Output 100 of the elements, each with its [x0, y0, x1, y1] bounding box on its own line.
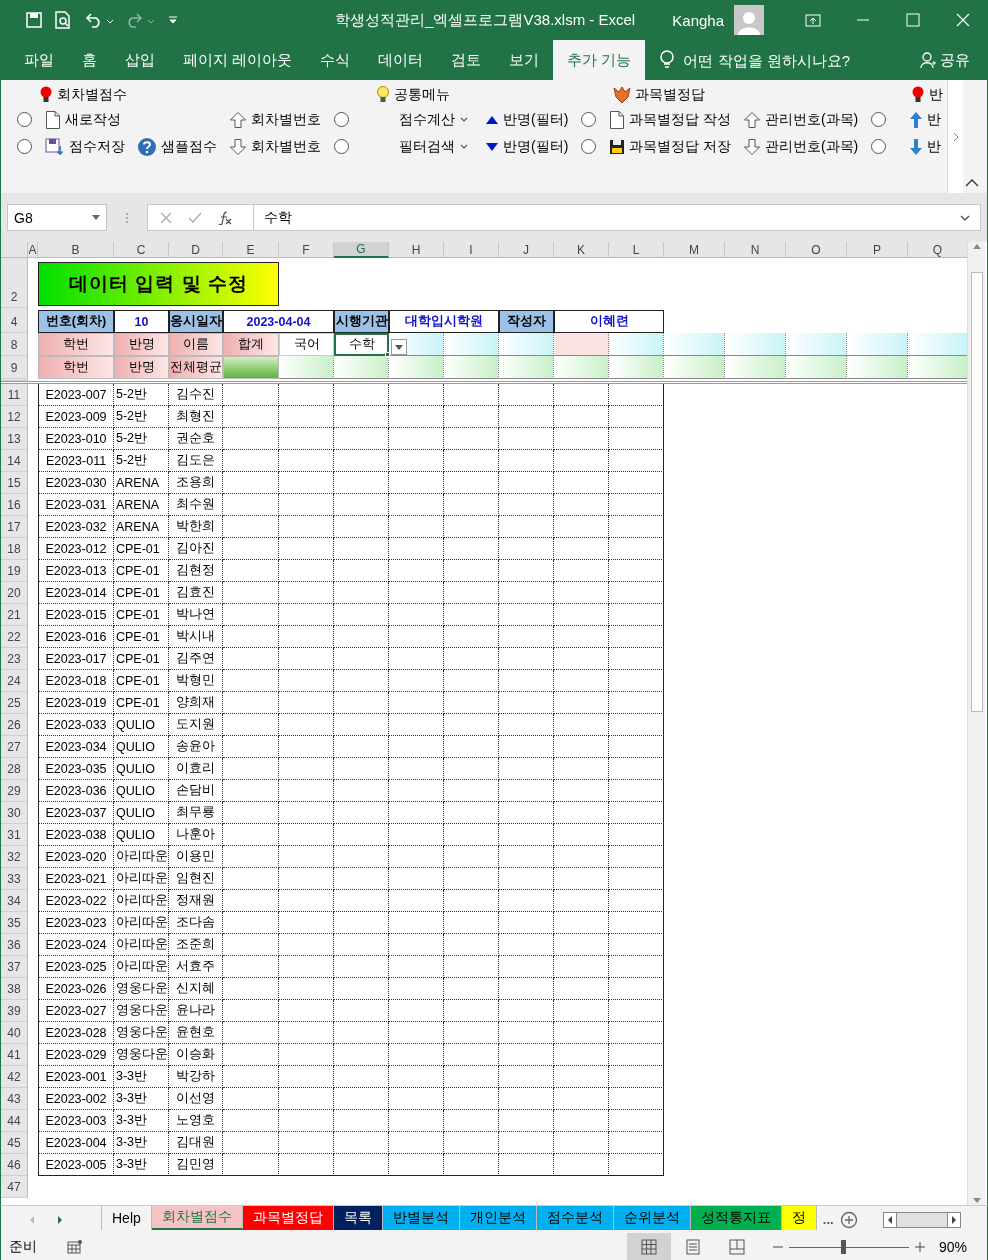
table-cell[interactable]: [279, 714, 334, 736]
column-header[interactable]: A: [28, 242, 38, 258]
table-cell[interactable]: [444, 890, 499, 912]
table-cell[interactable]: [444, 670, 499, 692]
table-cell[interactable]: [609, 1044, 664, 1066]
ribbon-button[interactable]: 반: [906, 106, 944, 133]
table-cell[interactable]: [499, 692, 554, 714]
table-cell[interactable]: [609, 1066, 664, 1088]
table-cell[interactable]: [389, 648, 444, 670]
input-cell[interactable]: [223, 356, 279, 379]
input-cell[interactable]: [554, 333, 609, 356]
table-cell[interactable]: [223, 1022, 279, 1044]
table-cell[interactable]: [499, 1110, 554, 1132]
table-cell[interactable]: [554, 912, 609, 934]
sheet-tab[interactable]: 반별분석: [382, 1205, 460, 1230]
table-cell[interactable]: [279, 450, 334, 472]
table-cell[interactable]: [223, 846, 279, 868]
table-cell[interactable]: [444, 560, 499, 582]
table-cell[interactable]: [554, 780, 609, 802]
row-header[interactable]: 41: [1, 1044, 28, 1066]
table-cell[interactable]: [609, 450, 664, 472]
row-header[interactable]: 26: [1, 714, 28, 736]
table-cell[interactable]: [279, 516, 334, 538]
table-cell[interactable]: [499, 428, 554, 450]
ribbon-tab[interactable]: 추가 기능: [553, 40, 646, 80]
row-header[interactable]: 19: [1, 560, 28, 582]
row-header[interactable]: 11: [1, 384, 28, 406]
row-header[interactable]: 35: [1, 912, 28, 934]
table-cell[interactable]: [279, 890, 334, 912]
radio-button[interactable]: [17, 139, 32, 154]
table-cell[interactable]: [499, 626, 554, 648]
table-cell[interactable]: [444, 912, 499, 934]
table-cell[interactable]: [279, 1044, 334, 1066]
row-header[interactable]: 40: [1, 1022, 28, 1044]
row-header[interactable]: 43: [1, 1088, 28, 1110]
table-cell[interactable]: [444, 1088, 499, 1110]
table-cell[interactable]: [389, 1044, 444, 1066]
row-header[interactable]: 9: [1, 356, 28, 379]
table-cell[interactable]: [389, 890, 444, 912]
add-sheet-icon[interactable]: [839, 1210, 858, 1229]
table-cell[interactable]: [389, 978, 444, 1000]
table-cell[interactable]: [499, 890, 554, 912]
table-cell[interactable]: [554, 956, 609, 978]
table-cell[interactable]: [389, 1088, 444, 1110]
row-header[interactable]: 24: [1, 670, 28, 692]
zoom-level[interactable]: 90%: [938, 1239, 967, 1255]
input-cell[interactable]: [499, 333, 554, 356]
table-cell[interactable]: [334, 648, 389, 670]
table-cell[interactable]: [389, 1000, 444, 1022]
table-cell[interactable]: [554, 560, 609, 582]
table-cell[interactable]: [444, 472, 499, 494]
table-cell[interactable]: [609, 406, 664, 428]
radio-button[interactable]: [871, 112, 887, 127]
ribbon-tab[interactable]: 홈: [68, 40, 111, 80]
row-header[interactable]: 34: [1, 890, 28, 912]
scroll-right-icon[interactable]: [951, 1215, 957, 1224]
radio-button[interactable]: [581, 139, 597, 154]
chevron-right-icon[interactable]: [952, 131, 959, 142]
table-cell[interactable]: [444, 1000, 499, 1022]
table-cell[interactable]: [389, 494, 444, 516]
input-cell[interactable]: [609, 333, 664, 356]
table-cell[interactable]: [334, 1110, 389, 1132]
row-header[interactable]: 15: [1, 472, 28, 494]
table-cell[interactable]: [279, 1132, 334, 1154]
table-cell[interactable]: [223, 780, 279, 802]
table-cell[interactable]: [609, 538, 664, 560]
redo-icon[interactable]: [126, 12, 156, 28]
table-cell[interactable]: [334, 538, 389, 560]
table-cell[interactable]: [334, 934, 389, 956]
table-cell[interactable]: [444, 406, 499, 428]
radio-button[interactable]: [334, 139, 349, 154]
table-cell[interactable]: [499, 846, 554, 868]
table-cell[interactable]: [334, 890, 389, 912]
table-cell[interactable]: [554, 450, 609, 472]
table-cell[interactable]: 국어: [279, 333, 334, 356]
normal-view-button[interactable]: [626, 1233, 671, 1260]
scroll-right-icon[interactable]: [57, 1215, 63, 1224]
table-cell[interactable]: [223, 428, 279, 450]
sheet-tab[interactable]: Help: [101, 1205, 152, 1230]
table-cell[interactable]: [279, 846, 334, 868]
column-header[interactable]: E: [223, 242, 279, 258]
table-cell[interactable]: [554, 582, 609, 604]
table-cell[interactable]: [389, 472, 444, 494]
table-cell[interactable]: [499, 1132, 554, 1154]
row-header[interactable]: 29: [1, 780, 28, 802]
table-cell[interactable]: [554, 1132, 609, 1154]
input-cell[interactable]: [908, 356, 967, 379]
table-cell[interactable]: [499, 802, 554, 824]
table-cell[interactable]: [554, 978, 609, 1000]
table-cell[interactable]: [334, 1132, 389, 1154]
row-header[interactable]: 28: [1, 758, 28, 780]
table-cell[interactable]: [334, 868, 389, 890]
table-cell[interactable]: [279, 824, 334, 846]
table-cell[interactable]: [609, 428, 664, 450]
table-cell[interactable]: [223, 802, 279, 824]
save-icon[interactable]: [26, 12, 42, 28]
table-cell[interactable]: [334, 582, 389, 604]
table-cell[interactable]: [499, 384, 554, 406]
table-cell[interactable]: [554, 428, 609, 450]
table-cell[interactable]: [444, 384, 499, 406]
